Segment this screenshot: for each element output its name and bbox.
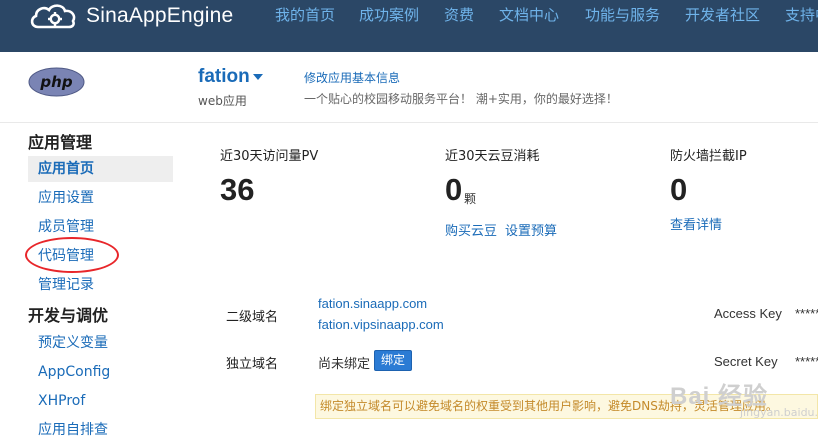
access-key-label: Access Key xyxy=(714,306,782,321)
secondary-domain-label: 二级域名 xyxy=(226,310,279,325)
stat-beans-unit: 颗 xyxy=(464,192,477,206)
sidebar-item-members[interactable]: 成员管理 xyxy=(28,214,173,240)
app-slogan: 一个贴心的校园移动服务平台！ 潮+实用，你的最好选择！ xyxy=(304,92,618,106)
brand-name: SinaAppEngine xyxy=(86,4,234,27)
stat-beans-label: 近30天云豆消耗 xyxy=(445,149,540,164)
watermark-subtext: jingyan.baidu.com xyxy=(740,406,818,419)
nav-pricing[interactable]: 资费 xyxy=(444,4,474,25)
sidebar-item-xhprof[interactable]: XHProf xyxy=(28,388,173,414)
independent-domain-label: 独立域名 xyxy=(226,357,279,372)
set-budget-link[interactable]: 设置预算 xyxy=(505,220,557,239)
cloud-gear-icon xyxy=(30,4,76,29)
secret-key-label: Secret Key xyxy=(714,354,778,369)
secondary-domain-link[interactable]: fation.sinaapp.com xyxy=(318,296,427,311)
header-divider xyxy=(0,122,818,123)
sidebar-item-code-management[interactable]: 代码管理 xyxy=(28,243,173,269)
vip-domain-link[interactable]: fation.vipsinaapp.com xyxy=(318,317,444,332)
app-name-dropdown[interactable]: fation xyxy=(198,66,250,88)
nav-docs[interactable]: 文档中心 xyxy=(499,4,559,25)
sidebar-item-appconfig[interactable]: AppConfig xyxy=(28,359,173,385)
stat-pv-value: 36 xyxy=(220,172,255,207)
sidebar-item-management-log[interactable]: 管理记录 xyxy=(28,272,173,298)
caret-down-icon[interactable] xyxy=(253,74,263,80)
stat-beans-value: 0 xyxy=(445,172,463,207)
brand-logo[interactable]: SinaAppEngine xyxy=(28,2,233,30)
sidebar-section-app-management: 应用管理 xyxy=(28,133,93,152)
svg-text:php: php xyxy=(39,73,72,91)
sidebar-section-dev-tuning: 开发与调优 xyxy=(28,306,109,325)
nav-features[interactable]: 功能与服务 xyxy=(585,4,660,25)
sidebar-item-app-home[interactable]: 应用首页 xyxy=(28,156,173,182)
buy-beans-link[interactable]: 购买云豆 xyxy=(445,220,497,239)
nav-dev-community[interactable]: 开发者社区 xyxy=(685,4,760,25)
bind-domain-button[interactable]: 绑定 xyxy=(374,350,412,371)
stat-pv-label: 近30天访问量PV xyxy=(220,149,319,164)
stat-firewall-label: 防火墙拦截IP xyxy=(670,149,747,164)
secret-key-value: ***** xyxy=(795,354,818,369)
edit-app-info-link[interactable]: 修改应用基本信息 xyxy=(304,69,400,86)
independent-domain-status: 尚未绑定 xyxy=(318,357,371,372)
top-navbar: SinaAppEngine 我的首页 成功案例 资费 文档中心 功能与服务 开发… xyxy=(0,0,818,52)
app-type: web应用 xyxy=(198,94,247,108)
stat-firewall-value: 0 xyxy=(670,172,688,207)
sidebar-item-self-check[interactable]: 应用自排查 xyxy=(28,417,173,443)
nav-success-cases[interactable]: 成功案例 xyxy=(359,4,419,25)
sidebar-item-predefined-vars[interactable]: 预定义变量 xyxy=(28,330,173,356)
sidebar-item-app-settings[interactable]: 应用设置 xyxy=(28,185,173,211)
view-details-link[interactable]: 查看详情 xyxy=(670,214,722,233)
nav-support[interactable]: 支持中 xyxy=(785,4,818,25)
access-key-value: ***** xyxy=(795,306,818,321)
php-logo-icon: php xyxy=(28,67,85,97)
nav-my-home[interactable]: 我的首页 xyxy=(275,4,335,25)
